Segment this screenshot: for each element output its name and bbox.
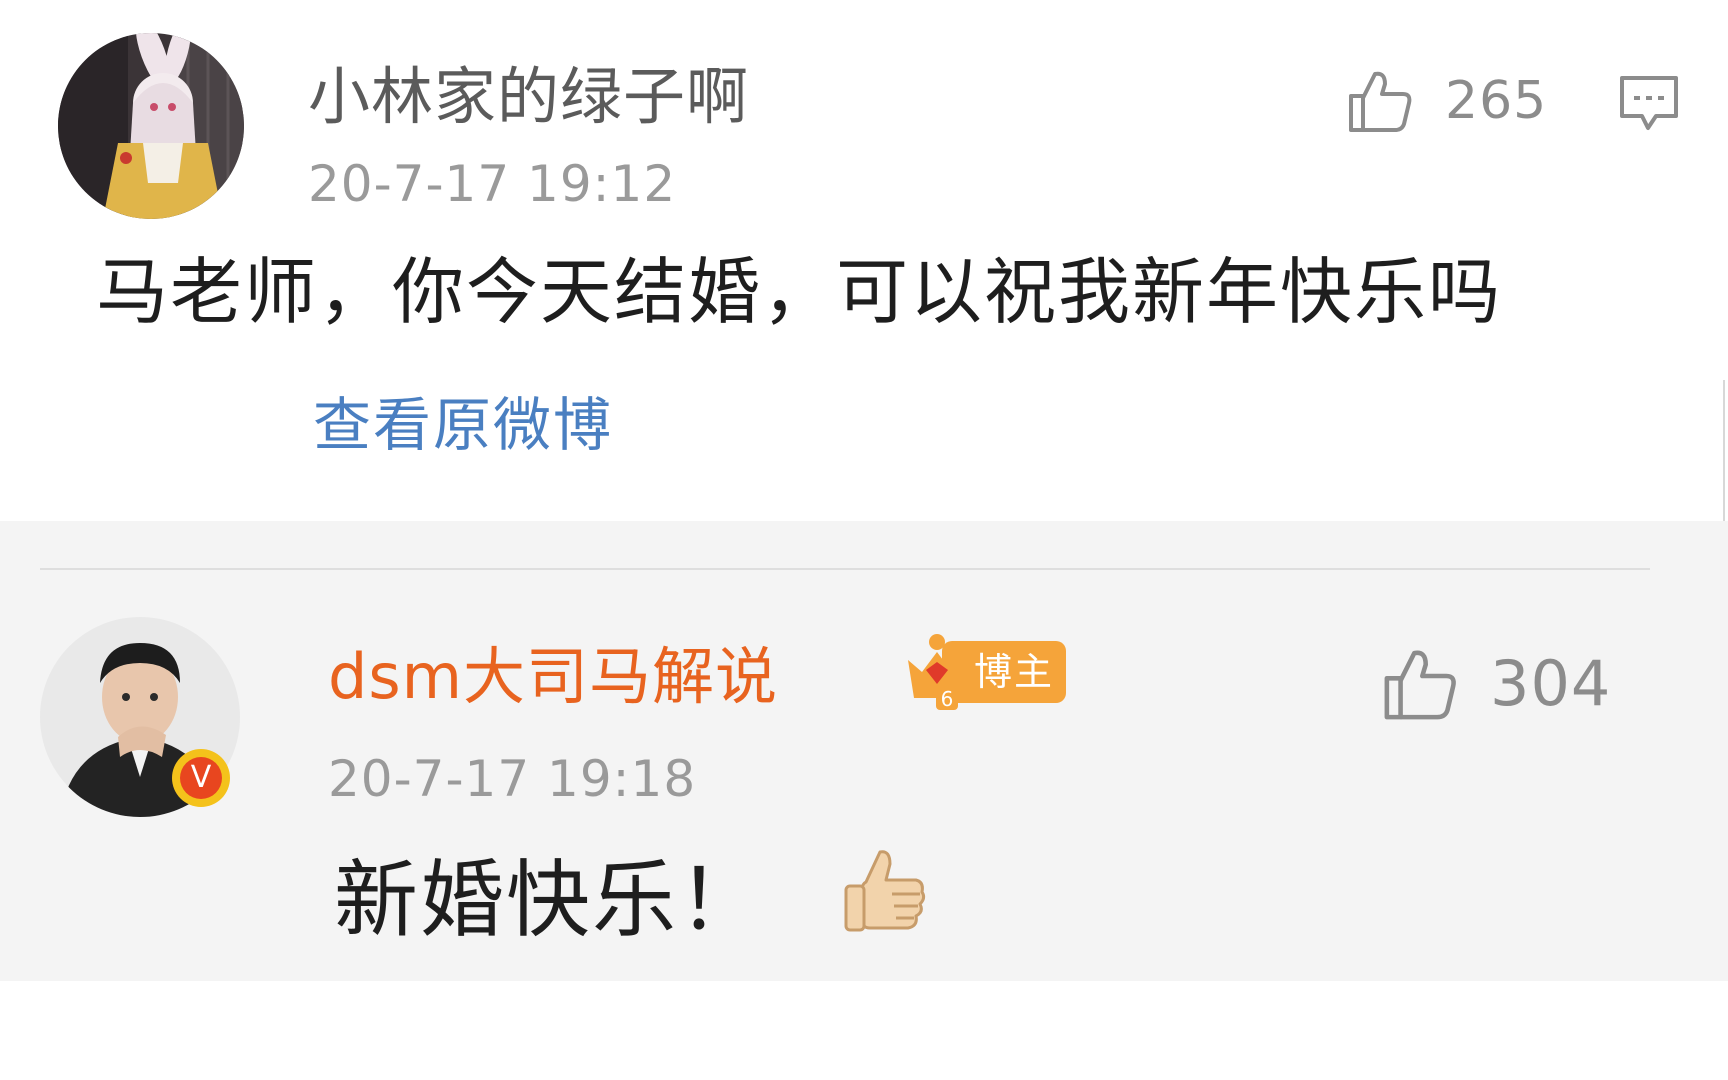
thumbs-up-emoji-icon <box>844 850 926 932</box>
section-divider <box>40 568 1650 570</box>
comment-like-count: 265 <box>1445 71 1548 131</box>
commenter-avatar-image <box>58 33 244 219</box>
thumbs-up-icon <box>1349 71 1412 132</box>
comment-like-button[interactable]: 265 <box>1345 66 1547 136</box>
replier-username[interactable]: dsm大司马解说 <box>328 646 778 708</box>
thumbs-up-icon <box>1384 650 1456 720</box>
commenter-avatar[interactable] <box>58 33 244 219</box>
comment-timestamp: 20-7-17 19:12 <box>308 155 677 213</box>
blogger-badge: 6 博主 <box>902 632 1067 712</box>
thumbs-up-emoji <box>836 842 932 942</box>
reply-like-button[interactable]: 304 <box>1380 644 1611 724</box>
comment-bubble-icon <box>1620 76 1678 130</box>
view-original-post-link[interactable]: 查看原微博 <box>313 396 613 454</box>
verified-v-icon: V <box>172 749 230 807</box>
comment-text: 马老师，你今天结婚，可以祝我新年快乐吗 <box>96 250 1503 334</box>
reply-like-count: 304 <box>1490 647 1612 720</box>
crown-gem-icon: 6 <box>908 634 966 711</box>
replier-avatar[interactable]: V <box>40 617 240 817</box>
reply-timestamp: 20-7-17 19:18 <box>328 750 697 808</box>
commenter-username[interactable]: 小林家的绿子啊 <box>308 66 749 128</box>
verified-v-label: V <box>180 757 222 799</box>
reply-text: 新婚快乐！ <box>334 851 765 949</box>
badge-level: 6 <box>941 687 954 711</box>
reply-button[interactable] <box>1618 74 1680 138</box>
